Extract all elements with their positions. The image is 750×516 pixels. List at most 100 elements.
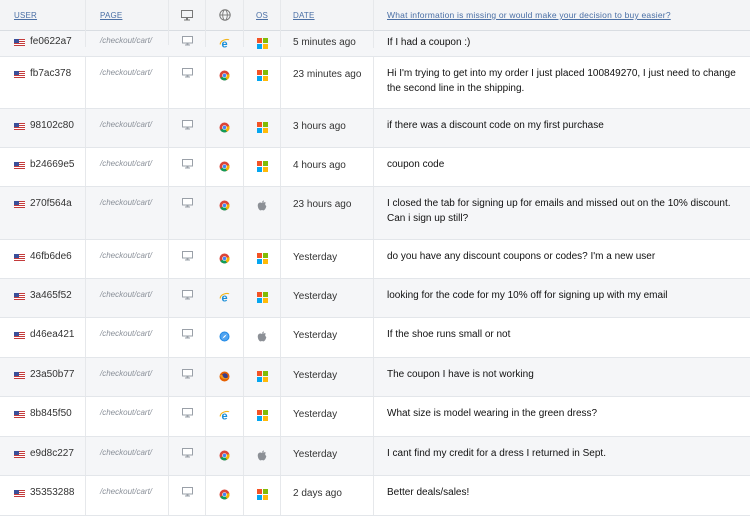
us-flag-icon [14, 410, 25, 418]
user-cell[interactable]: 98102c80 [0, 109, 86, 147]
message-cell[interactable]: What size is model wearing in the green … [374, 397, 750, 436]
user-id-text[interactable]: fb7ac378 [30, 68, 71, 79]
column-header-page[interactable]: PAGE [86, 0, 169, 31]
date-header-label[interactable]: DATE [293, 11, 315, 20]
user-id-text[interactable]: d46ea421 [30, 329, 75, 340]
column-header-os[interactable]: OS [244, 0, 281, 31]
user-cell[interactable]: fe0622a7 [0, 31, 86, 47]
table-row[interactable]: fe0622a7/checkout/cart/e 5 minutes ago If … [0, 31, 750, 57]
user-id-text[interactable]: fe0622a7 [30, 36, 72, 47]
feedback-message[interactable]: Better deals/sales! [387, 485, 469, 500]
table-row[interactable]: d46ea421/checkout/cart/Yesterday If the s… [0, 318, 750, 358]
feedback-message[interactable]: Hi I'm trying to get into my order I jus… [387, 66, 740, 96]
column-header-user[interactable]: USER [0, 0, 86, 31]
device-cell [169, 57, 206, 108]
feedback-message[interactable]: if there was a discount code on my first… [387, 118, 604, 133]
message-cell[interactable]: If the shoe runs small or not [374, 318, 750, 357]
message-cell[interactable]: do you have any discount coupons or code… [374, 240, 750, 278]
user-id[interactable]: 98102c80 [14, 120, 74, 131]
user-id[interactable]: d46ea421 [14, 329, 75, 340]
user-id[interactable]: 23a50b77 [14, 369, 75, 380]
desktop-icon [181, 329, 193, 340]
user-id-text[interactable]: 98102c80 [30, 120, 74, 131]
user-cell[interactable]: 8b845f50 [0, 397, 86, 436]
table-row[interactable]: 46fb6de6/checkout/cart/Yesterday do you h… [0, 240, 750, 279]
table-row[interactable]: 3a465f52/checkout/cart/e Yesterday looking… [0, 279, 750, 318]
feedback-message[interactable]: I cant find my credit for a dress I retu… [387, 446, 606, 461]
user-id[interactable]: b24669e5 [14, 159, 75, 170]
table-row[interactable]: 98102c80/checkout/cart/3 hours ago if the… [0, 109, 750, 148]
column-header-question[interactable]: What information is missing or would mak… [374, 0, 750, 31]
page-header-label[interactable]: PAGE [100, 11, 122, 20]
user-cell[interactable]: 23a50b77 [0, 358, 86, 396]
table-row[interactable]: b24669e5/checkout/cart/4 hours ago coupon… [0, 148, 750, 187]
user-id-text[interactable]: 270f564a [30, 198, 72, 209]
message-cell[interactable]: I closed the tab for signing up for emai… [374, 187, 750, 239]
us-flag-icon [14, 70, 25, 78]
feedback-message[interactable]: I closed the tab for signing up for emai… [387, 196, 740, 226]
user-cell[interactable]: b24669e5 [0, 148, 86, 186]
page-path: /checkout/cart/ [100, 487, 153, 496]
user-id[interactable]: 46fb6de6 [14, 251, 72, 262]
user-cell[interactable]: 270f564a [0, 187, 86, 239]
user-header-label[interactable]: USER [14, 11, 37, 20]
user-id-text[interactable]: 3a465f52 [30, 290, 72, 301]
message-cell[interactable]: if there was a discount code on my first… [374, 109, 750, 147]
us-flag-icon [14, 122, 25, 130]
question-header-label[interactable]: What information is missing or would mak… [387, 10, 671, 20]
column-header-browser[interactable] [206, 0, 244, 31]
user-id-text[interactable]: 35353288 [30, 487, 75, 498]
column-header-device[interactable] [169, 0, 206, 31]
message-cell[interactable]: looking for the code for my 10% off for … [374, 279, 750, 317]
relative-date: Yesterday [293, 370, 338, 381]
message-cell[interactable]: coupon code [374, 148, 750, 186]
message-cell[interactable]: Better deals/sales! [374, 476, 750, 515]
globe-icon[interactable] [218, 9, 231, 21]
feedback-message[interactable]: coupon code [387, 157, 444, 172]
message-cell[interactable]: If I had a coupon :) [374, 31, 750, 50]
user-id[interactable]: 35353288 [14, 487, 75, 498]
feedback-message[interactable]: What size is model wearing in the green … [387, 406, 597, 421]
user-id[interactable]: fb7ac378 [14, 68, 71, 79]
browser-cell [206, 318, 244, 357]
user-id-text[interactable]: e9d8c227 [30, 448, 74, 459]
table-row[interactable]: 270f564a/checkout/cart/23 hours ago I clo… [0, 187, 750, 240]
message-cell[interactable]: The coupon I have is not working [374, 358, 750, 396]
message-cell[interactable]: I cant find my credit for a dress I retu… [374, 437, 750, 475]
user-cell[interactable]: fb7ac378 [0, 57, 86, 108]
column-header-date[interactable]: DATE [281, 0, 374, 31]
user-id[interactable]: 3a465f52 [14, 290, 72, 301]
feedback-message[interactable]: do you have any discount coupons or code… [387, 249, 655, 264]
user-cell[interactable]: e9d8c227 [0, 437, 86, 475]
browser-cell [206, 57, 244, 108]
feedback-message[interactable]: If the shoe runs small or not [387, 327, 510, 342]
user-cell[interactable]: d46ea421 [0, 318, 86, 357]
user-id-text[interactable]: 8b845f50 [30, 408, 72, 419]
desktop-icon [181, 290, 193, 301]
table-row[interactable]: e9d8c227/checkout/cart/Yesterday I cant f… [0, 437, 750, 476]
page-cell: /checkout/cart/ [86, 318, 169, 357]
user-cell[interactable]: 35353288 [0, 476, 86, 515]
user-id-text[interactable]: b24669e5 [30, 159, 75, 170]
user-id[interactable]: fe0622a7 [14, 36, 72, 47]
table-row[interactable]: 8b845f50/checkout/cart/e Yesterday What si… [0, 397, 750, 437]
feedback-message[interactable]: If I had a coupon :) [387, 35, 470, 50]
user-id[interactable]: 270f564a [14, 198, 72, 209]
user-cell[interactable]: 3a465f52 [0, 279, 86, 317]
user-id[interactable]: e9d8c227 [14, 448, 74, 459]
user-cell[interactable]: 46fb6de6 [0, 240, 86, 278]
relative-date: Yesterday [293, 409, 338, 420]
table-row[interactable]: 35353288/checkout/cart/2 days ago Better … [0, 476, 750, 516]
windows-os-icon [256, 68, 268, 81]
os-header-label[interactable]: OS [256, 11, 268, 20]
table-row[interactable]: fb7ac378/checkout/cart/23 minutes ago Hi … [0, 57, 750, 109]
message-cell[interactable]: Hi I'm trying to get into my order I jus… [374, 57, 750, 108]
feedback-message[interactable]: The coupon I have is not working [387, 367, 534, 382]
os-cell [244, 240, 281, 278]
feedback-message[interactable]: looking for the code for my 10% off for … [387, 288, 668, 303]
monitor-icon[interactable] [181, 9, 193, 21]
user-id-text[interactable]: 23a50b77 [30, 369, 75, 380]
user-id[interactable]: 8b845f50 [14, 408, 72, 419]
table-row[interactable]: 23a50b77/checkout/cart/Yesterday The coup… [0, 358, 750, 397]
user-id-text[interactable]: 46fb6de6 [30, 251, 72, 262]
